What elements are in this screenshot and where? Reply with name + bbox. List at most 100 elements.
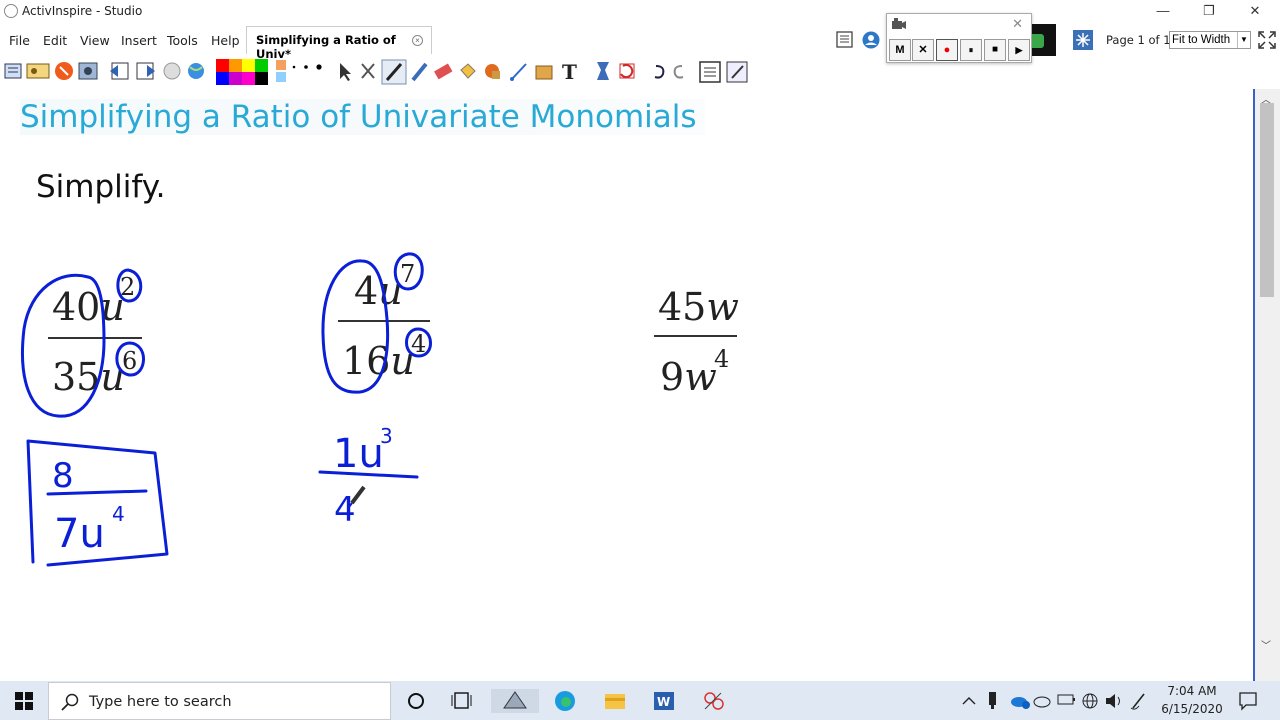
color-swatch-yellow[interactable] <box>242 59 255 72</box>
connector-icon[interactable] <box>510 63 527 81</box>
close-button[interactable]: ✕ <box>1232 0 1278 24</box>
clear-icon[interactable] <box>619 63 635 79</box>
chevron-down-icon[interactable]: ▼ <box>1237 32 1250 48</box>
stop-button[interactable]: ■ <box>984 39 1006 61</box>
text-icon[interactable]: T <box>562 60 577 84</box>
svg-text:W: W <box>657 695 670 709</box>
camera-icon <box>892 18 906 29</box>
page-notes-icon[interactable] <box>699 61 721 83</box>
window-title: ActivInspire - Studio <box>22 4 143 18</box>
recorder-cancel-button[interactable]: ✕ <box>912 39 934 61</box>
vertical-scrollbar[interactable]: ︿ ﹀ <box>1253 89 1280 681</box>
menu-file[interactable]: File <box>9 33 30 48</box>
record-button[interactable]: ● <box>936 39 958 61</box>
color-swatch-blue[interactable] <box>216 72 229 85</box>
pen-width-icon[interactable] <box>292 64 322 70</box>
play-icon[interactable] <box>163 62 181 80</box>
answer-1-numerator: 8 <box>52 456 74 496</box>
menu-view[interactable]: View <box>80 33 110 48</box>
file-explorer-icon[interactable] <box>605 694 625 709</box>
show-hidden-icons-icon[interactable] <box>962 697 976 705</box>
pen-workspace-icon[interactable] <box>1130 693 1145 710</box>
page-indicator: Page 1 of 1 <box>1106 33 1171 47</box>
recorder-panel: ✕ M ✕ ● ⏸ ■ ▶ <box>886 13 1032 63</box>
fullscreen-icon[interactable] <box>1258 31 1276 49</box>
answer-1-exponent: 4 <box>112 502 125 526</box>
reset-icon[interactable] <box>55 62 73 80</box>
scroll-down-icon[interactable]: ﹀ <box>1261 637 1271 652</box>
highlighter-icon[interactable] <box>411 62 428 82</box>
word-icon[interactable]: W <box>654 692 674 713</box>
page-tools <box>836 31 880 49</box>
clock-time[interactable]: 7:04 AM <box>1160 684 1224 698</box>
play-button[interactable]: ▶ <box>1008 39 1030 61</box>
title-bar: ActivInspire - Studio — ❐ ✕ <box>0 0 1280 24</box>
fill-icon[interactable] <box>460 63 476 79</box>
snipping-tool-icon[interactable] <box>704 692 724 710</box>
color-swatch-magenta[interactable] <box>242 72 255 85</box>
custom-color-icon[interactable] <box>276 60 286 82</box>
color-swatch-red[interactable] <box>216 59 229 72</box>
tab-close-icon[interactable]: × <box>412 35 423 46</box>
cloud-icon[interactable] <box>1033 696 1051 708</box>
windows-start-icon[interactable] <box>15 692 33 710</box>
cortana-icon[interactable] <box>408 693 424 709</box>
minimize-button[interactable]: — <box>1140 0 1186 24</box>
edge-icon[interactable] <box>555 691 576 713</box>
color-swatch-purple[interactable] <box>229 72 242 85</box>
problem-1-numerator-exponent: 2 <box>120 273 135 301</box>
menu-insert[interactable]: Insert <box>121 33 157 48</box>
zoom-select[interactable]: Fit to Width ▼ <box>1169 31 1251 49</box>
flipchart-page[interactable]: Simplifying a Ratio of Univariate Monomi… <box>0 89 1253 681</box>
problem-1-denominator-exponent: 6 <box>122 347 137 375</box>
next-page-icon[interactable] <box>136 62 155 80</box>
toolbox-edit-icon[interactable] <box>726 61 748 83</box>
move-icon[interactable] <box>361 63 375 79</box>
volume-icon[interactable] <box>1106 694 1120 708</box>
previous-page-icon[interactable] <box>110 62 129 80</box>
redo-icon[interactable] <box>673 65 684 79</box>
svg-text:T: T <box>562 60 577 84</box>
recorder-mode-button[interactable]: M <box>889 39 911 61</box>
onedrive-icon[interactable] <box>1011 697 1030 709</box>
pause-button[interactable]: ⏸ <box>960 39 982 61</box>
notifications-icon[interactable] <box>1238 691 1258 711</box>
zoom-value: Fit to Width <box>1172 34 1231 46</box>
profile-icon[interactable] <box>26 63 50 79</box>
network-icon[interactable] <box>1082 693 1098 709</box>
task-view-icon[interactable] <box>451 692 472 709</box>
scrollbar-thumb[interactable] <box>1260 103 1274 297</box>
main-menu-icon[interactable] <box>4 63 22 79</box>
eraser-icon[interactable] <box>434 63 453 80</box>
pen-icon[interactable] <box>381 59 407 85</box>
color-swatch-green[interactable] <box>255 59 268 72</box>
page-browser-icon[interactable] <box>836 31 853 48</box>
color-swatch-orange[interactable] <box>229 59 242 72</box>
taskbar-search[interactable]: Type here to search <box>48 682 391 720</box>
tools-icon[interactable] <box>78 62 98 80</box>
snowflake-icon[interactable] <box>1073 30 1093 50</box>
magic-ink-icon[interactable] <box>597 62 609 80</box>
clock-date[interactable]: 6/15/2020 <box>1156 702 1228 716</box>
shape-icon[interactable] <box>485 64 500 79</box>
maximize-button[interactable]: ❐ <box>1186 0 1232 24</box>
select-icon[interactable] <box>340 63 351 81</box>
user-icon[interactable] <box>862 31 880 49</box>
search-icon <box>61 693 79 711</box>
undo-icon[interactable] <box>654 65 665 79</box>
menu-tools[interactable]: Tools <box>167 33 198 48</box>
recorder-status <box>1032 24 1056 56</box>
usb-device-icon[interactable] <box>989 692 996 709</box>
resource-library-icon[interactable] <box>535 65 553 80</box>
taskbar: Type here to search W 7:04 AM 6/15/2020 <box>0 681 1280 720</box>
color-swatch-black[interactable] <box>255 72 268 85</box>
web-browser-icon[interactable] <box>188 63 204 79</box>
answer-2-exponent: 3 <box>380 424 393 448</box>
menu-edit[interactable]: Edit <box>43 33 67 48</box>
document-tab[interactable]: Simplifying a Ratio of Univ* × <box>246 26 432 61</box>
activinspire-taskbar-icon[interactable] <box>491 689 539 713</box>
recorder-close-button[interactable]: ✕ <box>1012 16 1023 32</box>
menu-help[interactable]: Help <box>211 33 240 48</box>
main-toolbar: T <box>0 58 760 86</box>
battery-icon[interactable] <box>1057 694 1075 705</box>
